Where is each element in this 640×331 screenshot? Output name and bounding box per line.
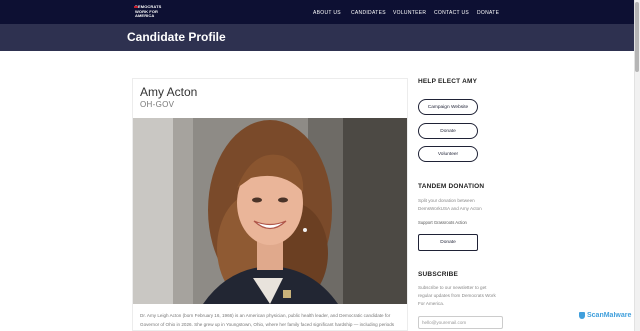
subscribe-text-line: For America. [418, 301, 445, 306]
vertical-scrollbar[interactable] [634, 0, 640, 331]
nav-candidates[interactable]: CANDIDATES [351, 10, 386, 16]
subscribe-text: Subscribe to our newsletter to get regul… [418, 284, 496, 308]
candidate-office: OH-GOV [140, 100, 175, 109]
nav-volunteer[interactable]: VOLUNTEER [393, 10, 426, 16]
subscribe-text-line: regular updates from Democrats Work [418, 293, 496, 298]
help-elect-heading: HELP ELECT AMY [418, 78, 478, 85]
nav-donate[interactable]: DONATE [477, 10, 499, 16]
candidate-bio: Dr. Amy Leigh Acton (born February 16, 1… [140, 313, 395, 327]
candidate-name: Amy Acton [140, 85, 198, 99]
donate-button[interactable]: Donate [418, 123, 478, 139]
scrollbar-thumb[interactable] [635, 2, 639, 72]
subscribe-text-line: Subscribe to our newsletter to get [418, 285, 487, 290]
title-band [0, 24, 634, 51]
volunteer-button[interactable]: Volunteer [418, 146, 478, 162]
page: DEMOCRATS WORK FOR AMERICA ABOUT US CAND… [0, 0, 640, 331]
campaign-website-button[interactable]: Campaign Website [418, 99, 478, 115]
nav-contact-us[interactable]: CONTACT US [434, 10, 469, 16]
watermark-text: ScanMalware [587, 312, 632, 319]
logo-line: AMERICA [135, 13, 155, 19]
page-title: Candidate Profile [127, 30, 226, 44]
logo-text: DEMOCRATS WORK FOR AMERICA [135, 4, 161, 19]
top-navbar: DEMOCRATS WORK FOR AMERICA ABOUT US CAND… [0, 0, 634, 24]
nav-about-us[interactable]: ABOUT US [313, 10, 341, 16]
candidate-photo [133, 118, 407, 304]
site-logo[interactable]: DEMOCRATS WORK FOR AMERICA [133, 2, 161, 22]
shield-icon [579, 312, 585, 319]
subscribe-heading: SUBSCRIBE [418, 271, 459, 278]
tandem-text-line: DemsWorkUSA and Amy Acton [418, 206, 482, 211]
tandem-donation-heading: TANDEM DONATION [418, 183, 485, 190]
candidate-portrait [133, 118, 407, 304]
scanmalware-watermark: ScanMalware [579, 312, 631, 319]
email-input[interactable]: hello@youremail.com [418, 316, 503, 329]
tandem-note: Support Grassroots Action [418, 220, 467, 225]
tandem-text: Split your donation between DemsWorkUSA … [418, 197, 482, 213]
tandem-text-line: Split your donation between [418, 198, 475, 203]
tandem-donate-button[interactable]: Donate [418, 234, 478, 251]
